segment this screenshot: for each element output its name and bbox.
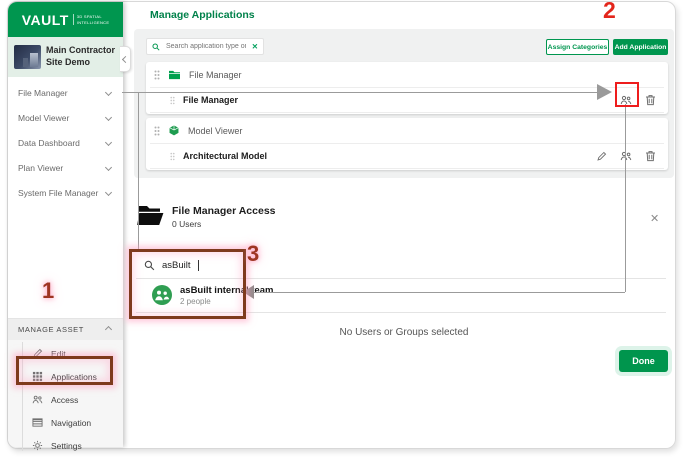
vault-logo: VAULT [21,11,69,28]
table-icon [32,418,43,427]
vault-tagline: 3D SPATIAL INTELLIGENCE [72,13,110,26]
group-row-file-manager[interactable]: File Manager [146,62,668,87]
thumbnail-building [30,53,38,67]
app-name: Architectural Model [183,151,268,161]
chevron-down-icon [104,113,113,122]
assign-categories-button[interactable]: Assign Categories [546,39,609,55]
clear-search-icon[interactable]: ✕ [252,42,258,51]
modal-title: File Manager Access [172,205,276,217]
thumbnail-building-2 [23,58,28,67]
sidebar-nav: File Manager Model Viewer Data Dashboard… [8,80,123,205]
chevron-down-icon [104,163,113,172]
annotation-line-horizontal-2 [252,292,625,293]
drag-handle-icon[interactable] [170,152,175,161]
sidebar-collapse-handle[interactable] [120,46,131,72]
sidebar-item-system-file-manager[interactable]: System File Manager [8,180,123,205]
sidebar-item-data-dashboard[interactable]: Data Dashboard [8,130,123,155]
annotation-arrow-right-icon [597,84,612,100]
annotation-line-horizontal-1 [122,92,598,93]
row-actions [596,144,656,168]
row-divider [150,112,664,113]
access-users-icon[interactable] [620,150,632,162]
group-label: File Manager [189,69,242,80]
application-search-input[interactable] [164,42,248,51]
sidebar-item-access[interactable]: Access [8,388,123,411]
sidebar-item-settings[interactable]: Settings [8,434,123,457]
annotation-line-vertical-1 [138,92,139,252]
site-thumbnail [14,45,41,69]
application-card-file-manager: File Manager File Manager [146,62,668,114]
close-icon[interactable]: ✕ [650,212,659,225]
chevron-down-icon [104,88,113,97]
brand-header: VAULT 3D SPATIAL INTELLIGENCE [8,2,123,37]
annotation-box-step3 [129,249,246,319]
chevron-down-icon [104,138,113,147]
annotation-number-2: 2 [603,0,616,23]
add-application-button[interactable]: Add Application [613,39,668,55]
done-button[interactable]: Done [619,350,668,372]
manage-asset-header[interactable]: MANAGE ASSET [8,319,123,340]
trash-icon[interactable] [645,94,656,106]
app-name: File Manager [183,95,239,105]
people-icon [32,395,43,404]
annotation-number-1: 1 [42,278,55,303]
app-screenshot: VAULT 3D SPATIAL INTELLIGENCE Main Contr… [0,0,688,458]
drag-handle-icon[interactable] [154,126,160,136]
open-folder-icon [137,206,164,225]
site-selector[interactable]: Main Contractor Site Demo [8,37,123,77]
folder-icon [169,70,180,80]
app-row-architectural-model[interactable]: Architectural Model [146,144,668,168]
chevron-down-icon [104,188,113,197]
chevron-up-icon [104,325,113,334]
modal-user-count: 0 Users [172,219,202,229]
chevron-left-icon [121,55,129,63]
search-icon [152,42,160,51]
sidebar-item-file-manager[interactable]: File Manager [8,80,123,105]
group-row-model-viewer[interactable]: Model Viewer [146,118,668,143]
annotation-box-step1 [16,356,113,385]
trash-icon[interactable] [645,150,656,162]
drag-handle-icon[interactable] [170,96,175,105]
group-label: Model Viewer [188,125,243,136]
row-divider [150,168,664,169]
sidebar-item-model-viewer[interactable]: Model Viewer [8,105,123,130]
cube-icon [169,125,179,136]
gear-icon [32,440,43,451]
annotation-number-3: 3 [247,241,260,266]
page-title: Manage Applications [150,9,255,21]
application-card-model-viewer: Model Viewer Architectural Model [146,118,668,170]
sidebar-item-plan-viewer[interactable]: Plan Viewer [8,155,123,180]
application-search[interactable]: ✕ [146,38,264,55]
empty-state-text: No Users or Groups selected [339,327,469,338]
annotation-box-step2 [615,82,639,107]
edit-pencil-icon[interactable] [596,151,607,162]
drag-handle-icon[interactable] [154,70,160,80]
annotation-line-vertical-2 [625,104,626,292]
sidebar-item-navigation[interactable]: Navigation [8,411,123,434]
site-name: Main Contractor Site Demo [46,45,116,67]
